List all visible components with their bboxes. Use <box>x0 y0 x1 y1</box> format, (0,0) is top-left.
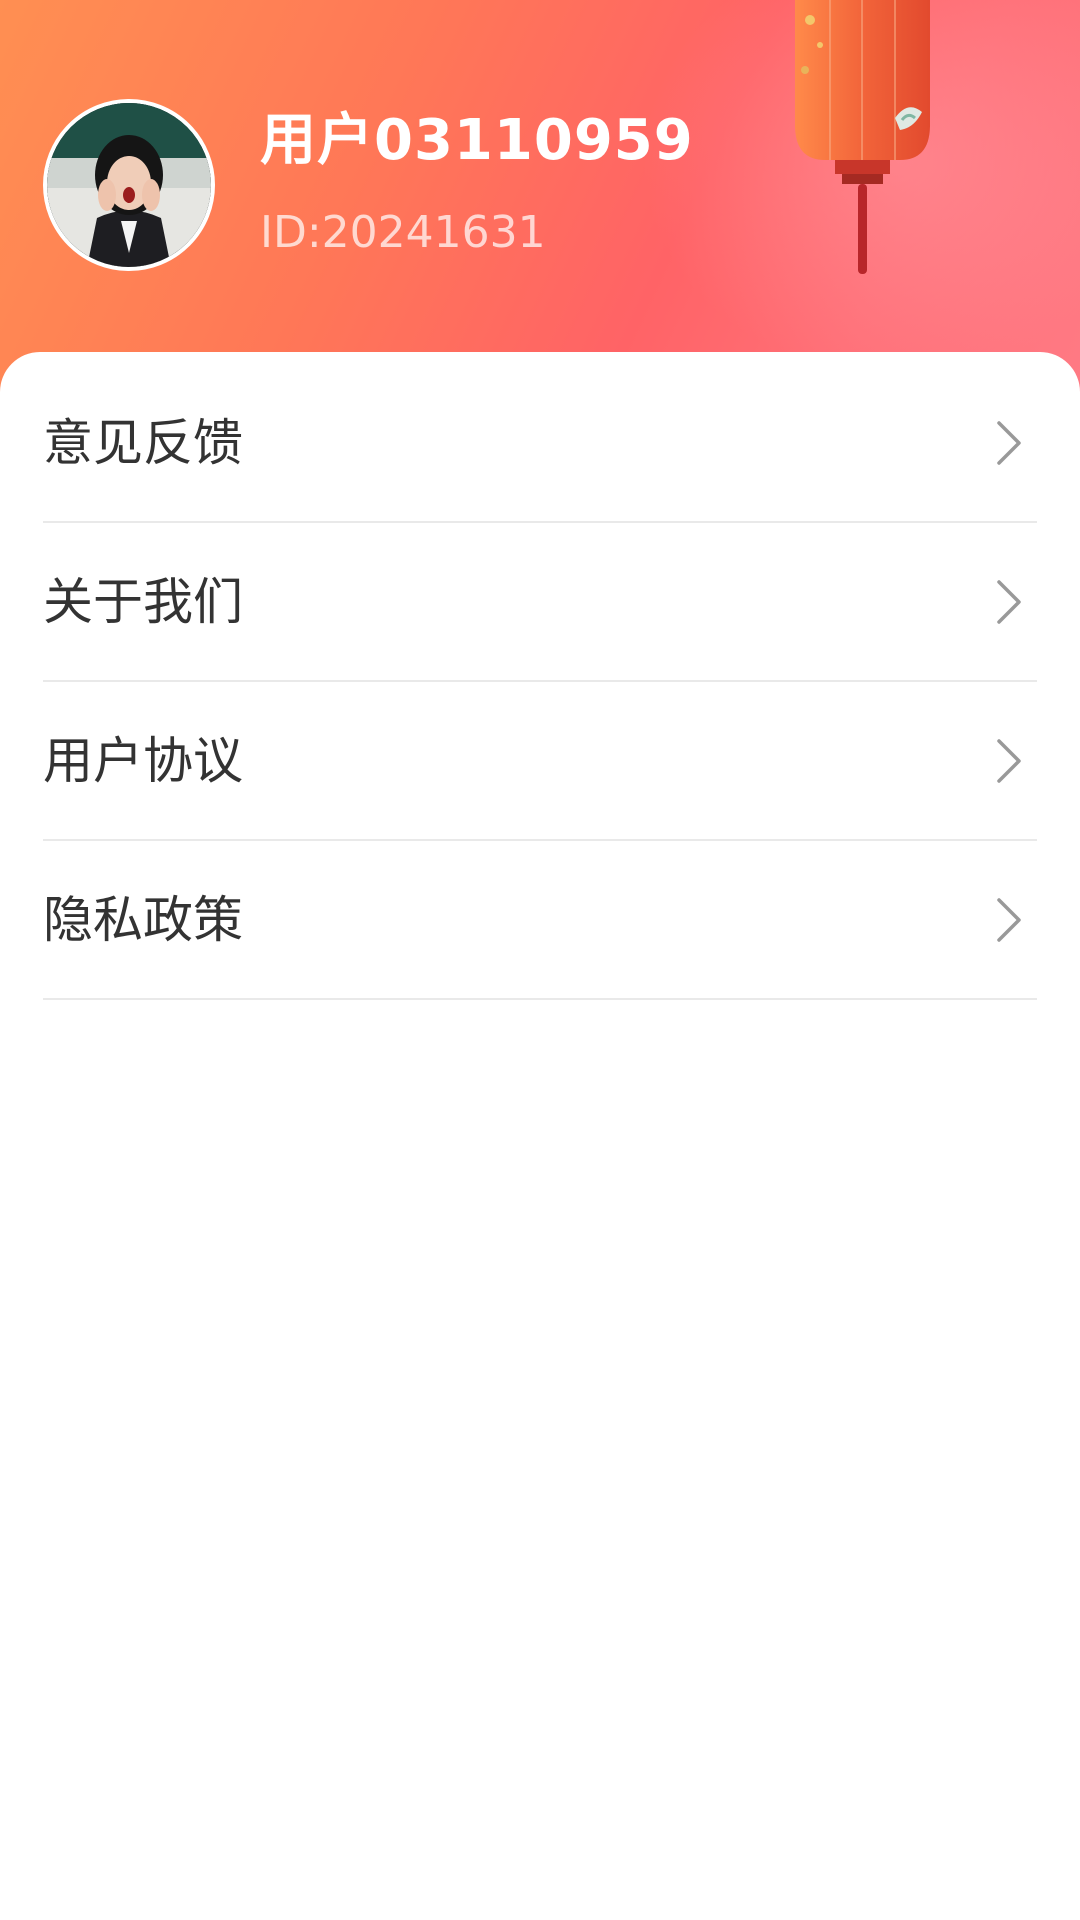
menu-item-label: 隐私政策 <box>43 890 243 949</box>
settings-menu: 意见反馈 关于我们 用户协议 隐私政策 <box>43 364 1037 1000</box>
menu-item-about-us[interactable]: 关于我们 <box>43 523 1037 682</box>
avatar[interactable] <box>43 99 215 271</box>
lantern-decoration <box>795 0 930 274</box>
user-avatar-photo <box>47 103 211 267</box>
username: 用户03110959 <box>260 108 694 173</box>
menu-item-label: 关于我们 <box>43 572 243 631</box>
menu-item-privacy-policy[interactable]: 隐私政策 <box>43 841 1037 1000</box>
profile-header: 用户03110959 ID:20241631 <box>0 0 1080 400</box>
user-id: ID:20241631 <box>260 207 546 258</box>
chevron-right-icon <box>997 420 1021 465</box>
profile-page: 用户03110959 ID:20241631 意见反馈 关于我们 用户协议 隐私… <box>0 0 1080 1920</box>
chevron-right-icon <box>997 579 1021 624</box>
menu-item-feedback[interactable]: 意见反馈 <box>43 364 1037 523</box>
chevron-right-icon <box>997 897 1021 942</box>
menu-item-user-agreement[interactable]: 用户协议 <box>43 682 1037 841</box>
menu-item-label: 用户协议 <box>43 731 243 790</box>
chevron-right-icon <box>997 738 1021 783</box>
menu-item-label: 意见反馈 <box>43 413 243 472</box>
